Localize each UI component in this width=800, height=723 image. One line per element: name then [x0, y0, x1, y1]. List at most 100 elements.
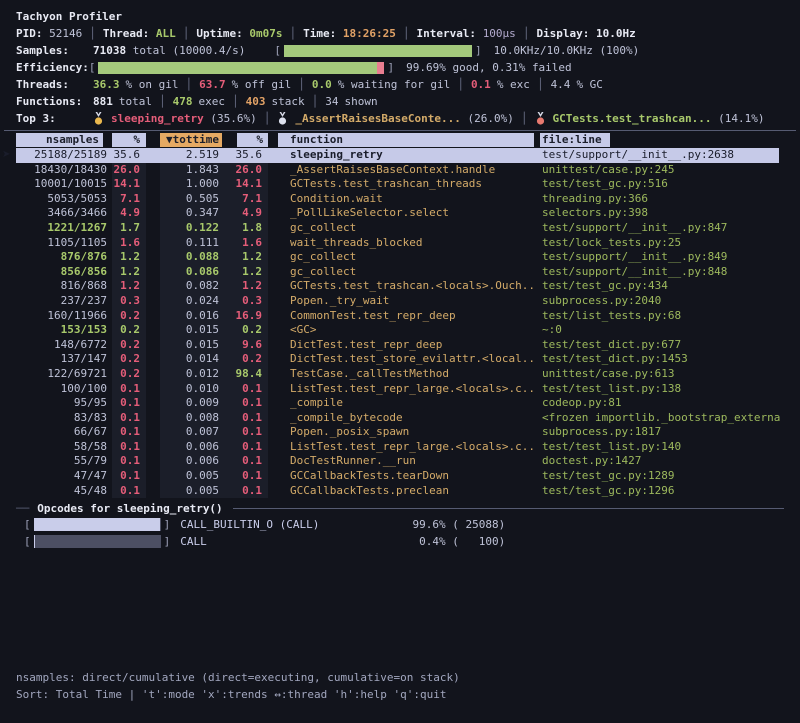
table-row[interactable]: 58/580.10.0060.1ListTest.test_repr_large… — [0, 440, 800, 455]
cell-pct-direct: 0.1 — [112, 454, 146, 469]
top3-label: Top 3: — [16, 110, 93, 127]
pid-label: PID: — [16, 25, 43, 42]
app-title: Tachyon Profiler — [16, 8, 122, 25]
header-file-line[interactable]: file:line — [540, 133, 610, 147]
cell-nsamples: 47/47 — [0, 469, 107, 484]
bracket-close: ] — [164, 518, 171, 531]
app-title-line: Tachyon Profiler — [0, 8, 800, 25]
table-row[interactable]: 5053/50537.10.5057.1Condition.waitthread… — [0, 192, 800, 207]
table-row[interactable]: 83/830.10.0080.1_compile_bytecode<frozen… — [0, 411, 800, 426]
table-row[interactable]: 1105/11051.60.1111.6wait_threads_blocked… — [0, 236, 800, 251]
cell-file-line: subprocess.py:1817 — [542, 425, 800, 440]
cell-function-name: gc_collect — [290, 221, 534, 236]
cell-pct-cumulative: 0.1 — [222, 440, 268, 455]
cell-tottime: 0.024 — [160, 294, 222, 309]
gold-medal-icon — [93, 112, 104, 126]
separator: │ — [264, 110, 271, 127]
cell-function-name: <GC> — [290, 323, 534, 338]
cell-pct-cumulative: 35.6 — [222, 148, 268, 163]
separator: │ — [89, 25, 96, 42]
stat-item: 4.4% GC — [551, 76, 603, 93]
opcode-share-bar — [34, 535, 161, 548]
table-body: ➤25188/2518935.62.51935.6sleeping_retryt… — [0, 148, 800, 498]
cell-pct-cumulative: 0.1 — [222, 454, 268, 469]
header-nsamples[interactable]: nsamples — [16, 133, 103, 147]
stat-item: 34shown — [325, 93, 377, 110]
cell-pct-cumulative: 4.9 — [222, 206, 268, 221]
cell-pct-cumulative: 1.2 — [222, 250, 268, 265]
table-row[interactable]: 122/697210.20.01298.4TestCase._callTestM… — [0, 367, 800, 382]
samples-total: 71038 — [93, 42, 126, 59]
table-row[interactable]: 10001/1001514.11.00014.1GCTests.test_tra… — [0, 177, 800, 192]
top3-line: Top 3: sleeping_retry (35.6%)│_AssertRai… — [0, 110, 800, 127]
silver-medal-icon — [277, 112, 288, 126]
table-row[interactable]: 856/8561.20.0861.2gc_collecttest/support… — [0, 265, 800, 280]
cell-tottime: 0.005 — [160, 469, 222, 484]
cell-pct-direct: 0.2 — [112, 309, 146, 324]
cell-nsamples: 1221/1267 — [0, 221, 107, 236]
opcode-pct: 0.4% ( 100) — [380, 535, 505, 548]
cell-file-line: doctest.py:1427 — [542, 454, 800, 469]
cell-function-name: Popen._try_wait — [290, 294, 534, 309]
separator: │ — [312, 93, 319, 110]
cell-file-line: test/test_gc.py:1296 — [542, 484, 800, 499]
footer: nsamples: direct/cumulative (direct=exec… — [16, 669, 460, 703]
function-table: nsamples % ▼tottime % function file:line… — [0, 133, 800, 498]
opcode-name: CALL_BUILTIN_O (CALL) — [180, 518, 380, 531]
stat-value: 63.7 — [199, 78, 226, 91]
cell-nsamples: 95/95 — [0, 396, 107, 411]
table-row[interactable]: 160/119660.20.01616.9CommonTest.test_rep… — [0, 309, 800, 324]
cell-pct-direct: 1.2 — [112, 279, 146, 294]
header-pct-cumulative[interactable]: % — [237, 133, 268, 147]
display-label: Display: — [536, 25, 589, 42]
table-row[interactable]: 45/480.10.0050.1GCCallbackTests.preclean… — [0, 484, 800, 499]
table-row[interactable]: 47/470.10.0050.1GCCallbackTests.tearDown… — [0, 469, 800, 484]
table-row[interactable]: 237/2370.30.0240.3Popen._try_waitsubproc… — [0, 294, 800, 309]
table-row[interactable]: 153/1530.20.0150.2<GC>~:0 — [0, 323, 800, 338]
stat-value: 0.0 — [312, 78, 332, 91]
header-function[interactable]: function — [278, 133, 534, 147]
opcodes-section-title: ── Opcodes for sleeping_retry() — [16, 500, 784, 516]
cell-tottime: 0.014 — [160, 352, 222, 367]
cell-function-name: GCCallbackTests.preclean — [290, 484, 534, 499]
table-row[interactable]: 66/670.10.0070.1Popen._posix_spawnsubpro… — [0, 425, 800, 440]
cell-nsamples: 160/11966 — [0, 309, 107, 324]
dash-fill-line — [233, 508, 784, 509]
cell-file-line: test/test_gc.py:434 — [542, 279, 800, 294]
cell-tottime: 0.010 — [160, 382, 222, 397]
efficiency-label: Efficiency: — [16, 59, 89, 76]
table-row[interactable]: 816/8681.20.0821.2GCTests.test_trashcan.… — [0, 279, 800, 294]
top-function-item: GCTests.test_trashcan... (14.1%) — [535, 110, 765, 127]
table-row[interactable]: 95/950.10.0090.1_compilecodeop.py:81 — [0, 396, 800, 411]
cell-file-line: threading.py:366 — [542, 192, 800, 207]
dash-prefix: ── — [16, 502, 29, 515]
header-pct-direct[interactable]: % — [112, 133, 146, 147]
header-tottime-sorted[interactable]: ▼tottime — [160, 133, 222, 147]
column-gap — [146, 133, 160, 147]
cell-pct-cumulative: 0.1 — [222, 484, 268, 499]
table-row[interactable]: 55/790.10.0060.1DocTestRunner.__rundocte… — [0, 454, 800, 469]
cell-pct-cumulative: 0.2 — [222, 352, 268, 367]
table-row[interactable]: ➤25188/2518935.62.51935.6sleeping_retryt… — [0, 148, 800, 163]
cell-function-name: GCCallbackTests.tearDown — [290, 469, 534, 484]
table-row[interactable]: 18430/1843026.01.84326.0_AssertRaisesBas… — [0, 163, 800, 178]
stat-suffix: exec — [199, 95, 226, 108]
top-function-pct: (14.1%) — [711, 110, 764, 127]
display-value: 10.0Hz — [596, 25, 636, 42]
column-gap — [268, 133, 278, 147]
table-row[interactable]: 876/8761.20.0881.2gc_collecttest/support… — [0, 250, 800, 265]
table-row[interactable]: 3466/34664.90.3474.9_PollLikeSelector.se… — [0, 206, 800, 221]
cell-function-name: DictTest.test_store_evilattr.<local... — [290, 352, 534, 367]
table-row[interactable]: 1221/12671.70.1221.8gc_collecttest/suppo… — [0, 221, 800, 236]
cell-pct-direct: 26.0 — [112, 163, 146, 178]
thread-value[interactable]: ALL — [156, 25, 176, 42]
stat-value: 0.1 — [471, 78, 491, 91]
table-row[interactable]: 137/1470.20.0140.2DictTest.test_store_ev… — [0, 352, 800, 367]
efficiency-summary: 99.69% good, 0.31% failed — [406, 59, 572, 76]
cell-pct-direct: 0.1 — [112, 396, 146, 411]
cell-pct-direct: 35.6 — [112, 148, 146, 163]
table-row[interactable]: 100/1000.10.0100.1ListTest.test_repr_lar… — [0, 382, 800, 397]
opcode-name: CALL — [180, 535, 380, 548]
table-row[interactable]: 148/67720.20.0159.6DictTest.test_repr_de… — [0, 338, 800, 353]
cell-tottime: 0.347 — [160, 206, 222, 221]
